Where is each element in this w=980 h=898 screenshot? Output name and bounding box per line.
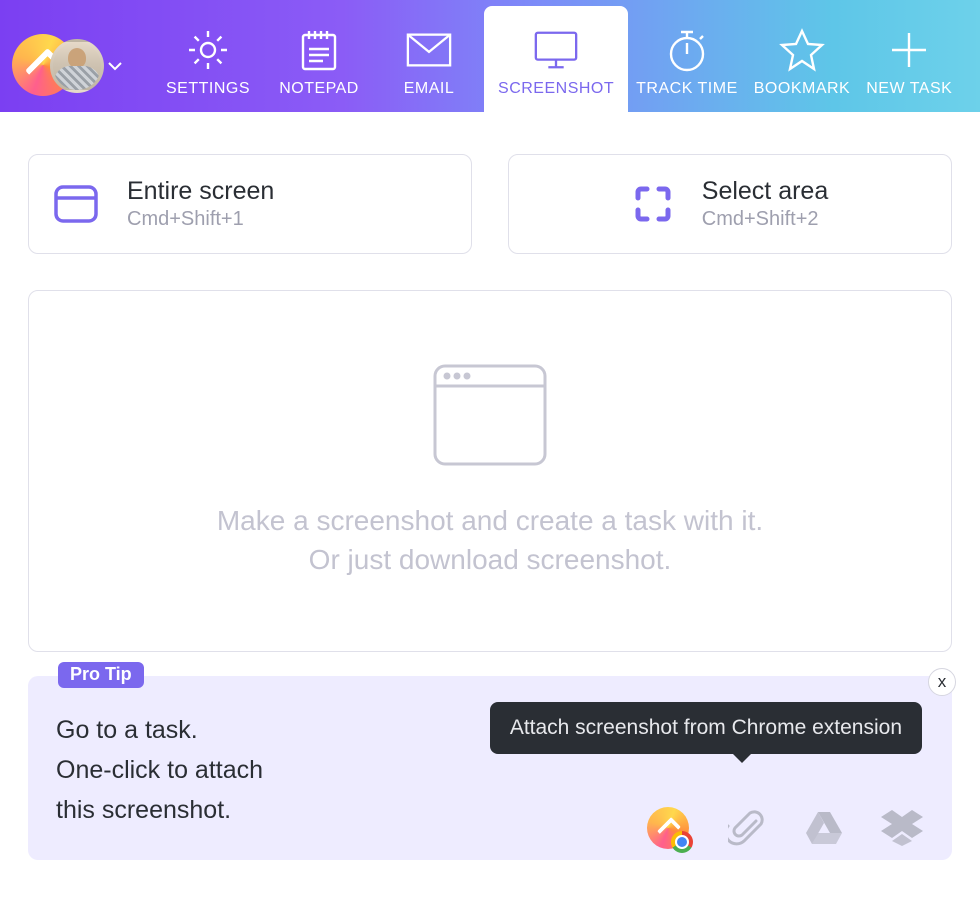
tab-label: EMAIL xyxy=(404,80,455,98)
attach-dropbox-button[interactable] xyxy=(882,808,922,848)
attach-google-drive-button[interactable] xyxy=(804,808,844,848)
attach-extension-button[interactable] xyxy=(648,808,688,848)
user-avatar xyxy=(50,39,104,93)
option-title: Entire screen xyxy=(127,177,274,206)
pro-tip-badge: Pro Tip xyxy=(58,662,144,688)
star-icon xyxy=(778,26,826,74)
app-header: SETTINGS NOTEPAD EMAIL SCREENSHOT TRACK xyxy=(0,0,980,112)
dropbox-icon xyxy=(881,810,923,846)
tab-label: BOOKMARK xyxy=(754,80,850,98)
chevron-down-icon xyxy=(108,62,122,72)
capture-text: Entire screen Cmd+Shift+1 xyxy=(127,177,274,231)
extension-icon xyxy=(647,807,689,849)
tab-notepad[interactable]: NOTEPAD xyxy=(264,0,374,112)
attach-file-button[interactable] xyxy=(726,808,766,848)
pro-line2: One-click to attach xyxy=(56,750,924,790)
tab-label: NOTEPAD xyxy=(279,80,359,98)
paperclip-icon xyxy=(728,809,764,847)
capture-text: Select area Cmd+Shift+2 xyxy=(702,177,828,231)
main-tabs: SETTINGS NOTEPAD EMAIL SCREENSHOT TRACK xyxy=(152,0,960,112)
option-title: Select area xyxy=(702,177,828,206)
google-drive-icon xyxy=(804,810,844,846)
tab-label: SETTINGS xyxy=(166,80,250,98)
option-shortcut: Cmd+Shift+1 xyxy=(127,208,274,231)
tab-label: NEW TASK xyxy=(866,80,952,98)
capture-options: Entire screen Cmd+Shift+1 Select area Cm… xyxy=(28,154,952,254)
screenshot-panel: Entire screen Cmd+Shift+1 Select area Cm… xyxy=(0,112,980,652)
account-switcher[interactable] xyxy=(0,0,132,112)
attach-tooltip: Attach screenshot from Chrome extension xyxy=(490,702,922,754)
email-icon xyxy=(405,26,453,74)
tab-label: TRACK TIME xyxy=(636,80,738,98)
close-icon: x xyxy=(938,672,947,692)
attach-options xyxy=(648,808,922,848)
entire-screen-icon xyxy=(53,184,99,224)
plus-icon xyxy=(885,26,933,74)
pro-tip-panel: Pro Tip x Go to a task. One-click to att… xyxy=(28,676,952,860)
close-button[interactable]: x xyxy=(928,668,956,696)
tab-label: SCREENSHOT xyxy=(498,80,614,98)
dropzone-line2: Or just download screenshot. xyxy=(217,540,763,579)
notepad-icon xyxy=(295,26,343,74)
monitor-icon xyxy=(532,26,580,74)
select-area-button[interactable]: Select area Cmd+Shift+2 xyxy=(508,154,952,254)
dropzone-line1: Make a screenshot and create a task with… xyxy=(217,501,763,540)
tab-track-time[interactable]: TRACK TIME xyxy=(628,0,746,112)
entire-screen-button[interactable]: Entire screen Cmd+Shift+1 xyxy=(28,154,472,254)
tab-settings[interactable]: SETTINGS xyxy=(152,0,264,112)
dropzone-message: Make a screenshot and create a task with… xyxy=(217,501,763,579)
gear-icon xyxy=(184,26,232,74)
tab-new-task[interactable]: NEW TASK xyxy=(858,0,960,112)
screenshot-dropzone[interactable]: Make a screenshot and create a task with… xyxy=(28,290,952,652)
stopwatch-icon xyxy=(663,26,711,74)
tab-email[interactable]: EMAIL xyxy=(374,0,484,112)
app-window-icon xyxy=(431,362,549,473)
option-shortcut: Cmd+Shift+2 xyxy=(702,208,828,231)
select-area-icon xyxy=(632,183,674,225)
tab-screenshot[interactable]: SCREENSHOT xyxy=(484,6,628,112)
tab-bookmark[interactable]: BOOKMARK xyxy=(746,0,858,112)
